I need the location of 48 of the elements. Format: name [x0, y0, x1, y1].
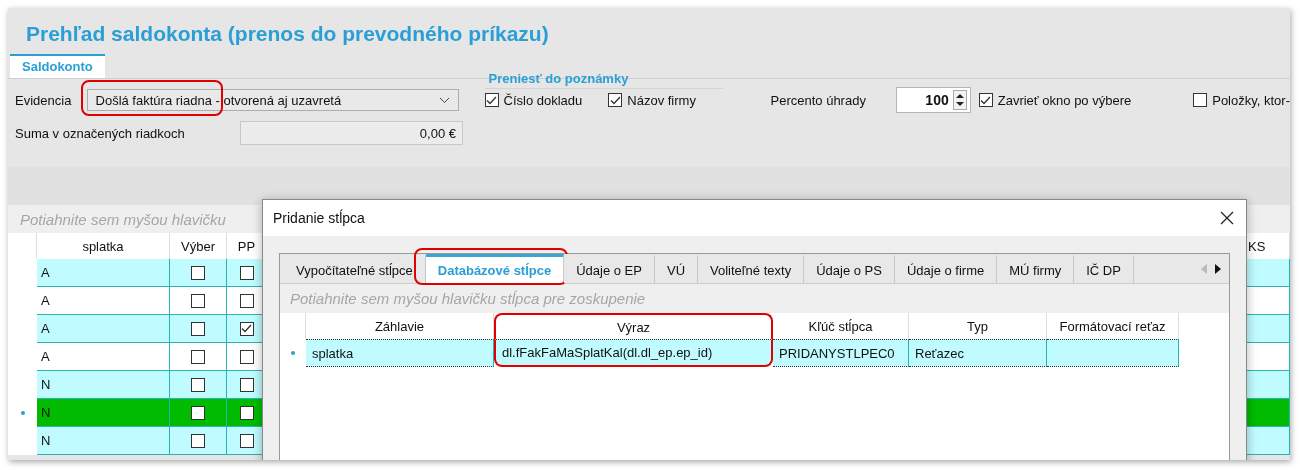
- sum-field: 0,00 €: [240, 121, 463, 145]
- checkbox[interactable]: [239, 321, 254, 336]
- table-cell: dl.fFakFaMaSplatKal(dl.dl_ep.ep_id): [494, 339, 773, 367]
- checkbox[interactable]: [484, 93, 499, 107]
- checkbox[interactable]: [191, 265, 205, 280]
- checkbox[interactable]: [191, 405, 205, 420]
- checkbox[interactable]: [239, 405, 254, 420]
- window-title: Prehľad saldokonta (prenos do prevodného príkazu): [25, 21, 550, 47]
- table-cell: A: [37, 315, 170, 343]
- dialog-title: Pridanie stĺpca: [273, 210, 365, 226]
- group-title: Preniesť do poznámky: [484, 70, 723, 89]
- spinner-arrows-icon: [952, 90, 967, 110]
- checkbox[interactable]: [239, 433, 254, 448]
- table-cell: PRIDANYSTLPEC0: [773, 339, 909, 367]
- checkbox[interactable]: [191, 433, 205, 448]
- table-cell: A: [37, 343, 170, 371]
- checkbox[interactable]: [191, 321, 205, 336]
- checkbox[interactable]: [191, 293, 205, 308]
- checkbox-label: Zavrieť okno po výbere: [997, 92, 1132, 108]
- table-cell: N: [37, 399, 170, 427]
- field-label: Percento úhrady: [770, 92, 866, 108]
- percent-spinbox[interactable]: 100: [895, 87, 971, 113]
- field-label: Suma v označených riadkoch: [15, 125, 186, 141]
- table-cell: Reťazec: [909, 339, 1047, 367]
- checkbox-label: Názov firmy: [627, 92, 696, 108]
- field-label: Evidencia: [15, 92, 73, 108]
- checkbox[interactable]: [239, 377, 254, 392]
- checkbox[interactable]: [1193, 93, 1208, 107]
- close-icon[interactable]: [1220, 211, 1234, 225]
- checkbox-label: Číslo dokladu: [503, 92, 583, 108]
- checkbox[interactable]: [239, 349, 254, 364]
- checkbox[interactable]: [978, 93, 993, 107]
- table-cell: N: [37, 427, 170, 455]
- checkbox[interactable]: [191, 349, 205, 364]
- tab[interactable]: Údaje o EP: [564, 254, 655, 283]
- group-hint: Potiahnite sem myšou hlavičku stĺpca pre zoskupenie: [280, 284, 1229, 313]
- checkbox[interactable]: [239, 265, 254, 280]
- checkbox-label: Položky, ktor-: [1212, 92, 1290, 108]
- table-cell: N: [37, 371, 170, 399]
- evidencia-dropdown[interactable]: Došlá faktúra riadna - otvorená aj uzavretá: [86, 89, 459, 111]
- checkbox[interactable]: [239, 293, 254, 308]
- chevron-down-icon: [438, 96, 450, 104]
- checkbox[interactable]: [608, 93, 623, 107]
- table-cell: A: [37, 287, 170, 315]
- table-cell: A: [37, 259, 170, 287]
- table-cell: splatka: [306, 339, 494, 367]
- checkbox[interactable]: [191, 377, 205, 392]
- scroll-right-icon[interactable]: [1215, 263, 1221, 274]
